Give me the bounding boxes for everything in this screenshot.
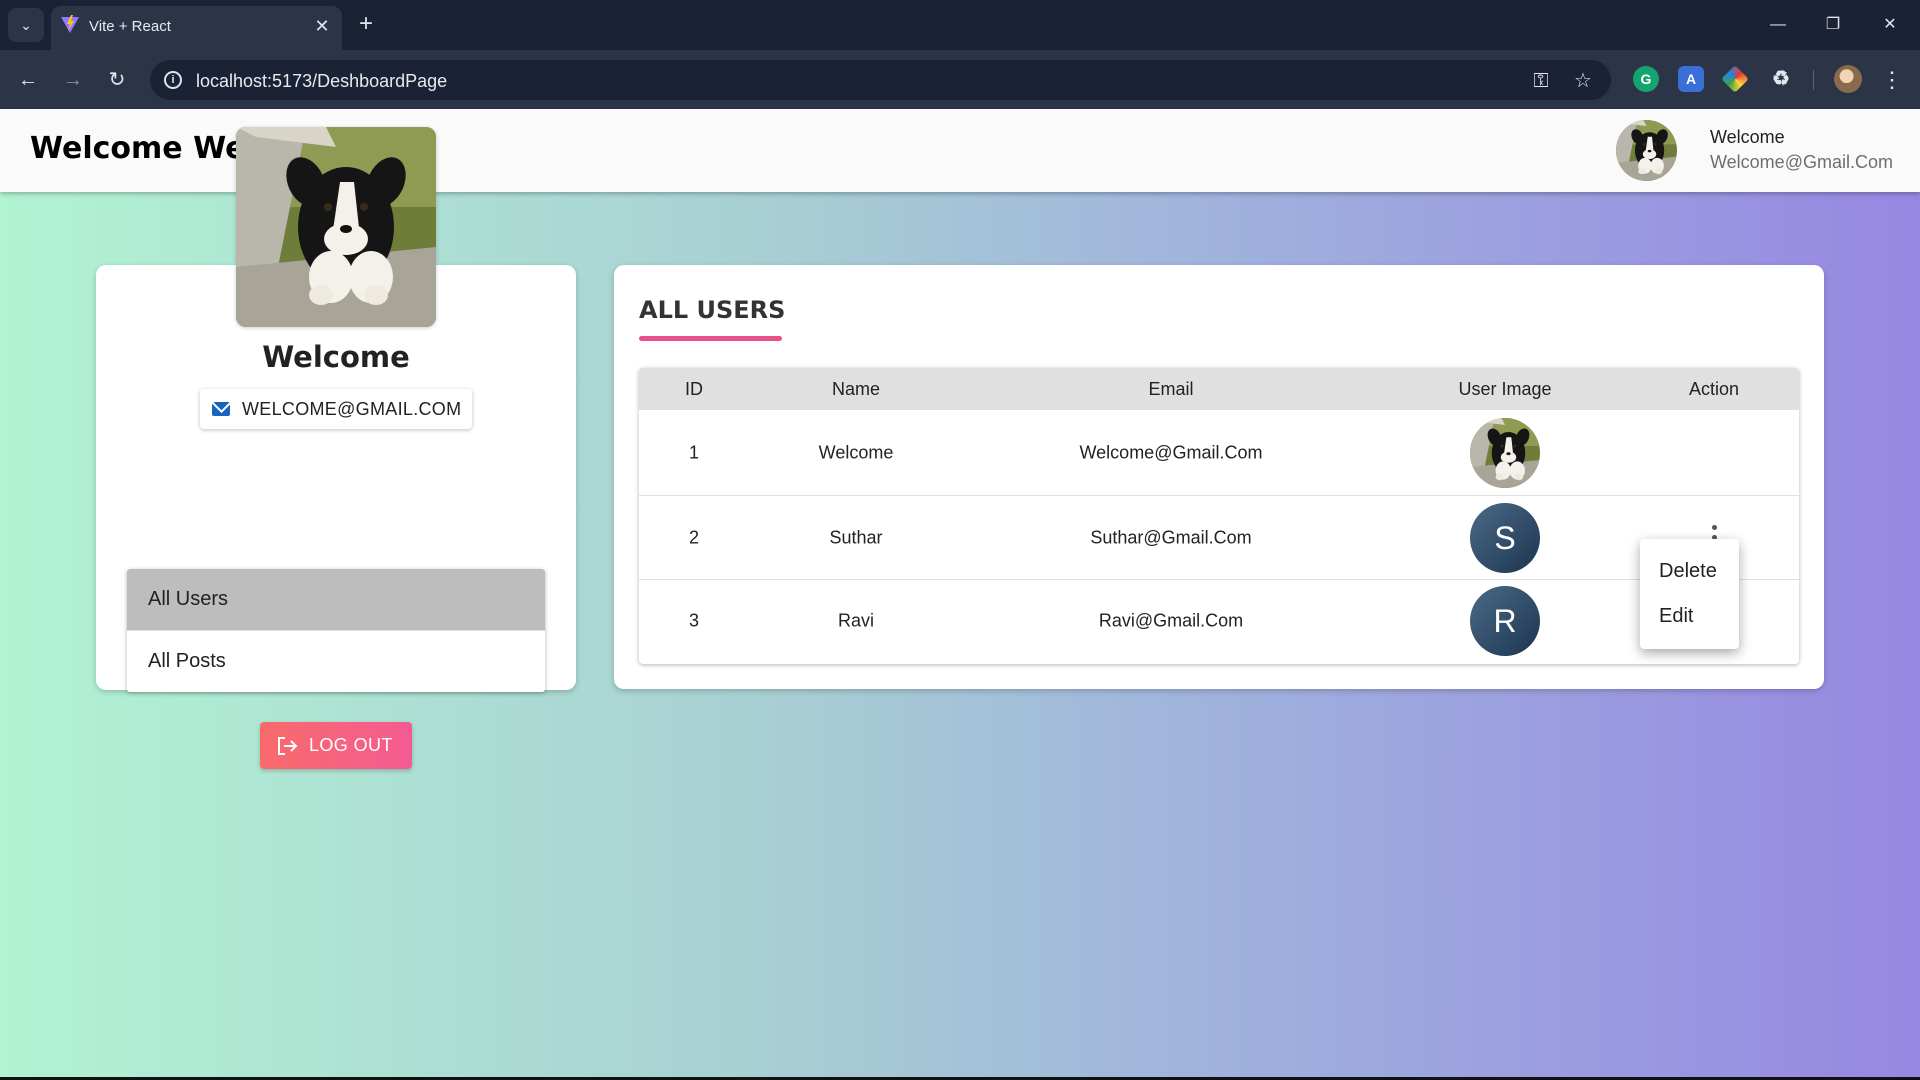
browser-tab-bar: ⌄ Vite + React ✕ + — ❐ ✕ <box>0 0 1920 50</box>
close-window-icon[interactable]: ✕ <box>1872 10 1908 40</box>
row-email: Ravi@Gmail.Com <box>1098 610 1244 631</box>
restore-icon[interactable]: ❐ <box>1815 10 1851 40</box>
column-header-user-image: User Image <box>1458 379 1552 399</box>
row-email: Suthar@Gmail.Com <box>1090 527 1252 548</box>
table-header: ID Name Email User Image Action <box>639 368 1799 410</box>
translate-extension-icon[interactable]: A <box>1678 66 1704 92</box>
users-table: ID Name Email User Image Action 1 Welcom… <box>639 368 1799 664</box>
logout-button[interactable]: LOG OUT <box>260 722 412 769</box>
logout-label: LOG OUT <box>309 735 393 755</box>
forward-icon[interactable]: → <box>59 66 87 94</box>
header-user-email: Welcome@Gmail.Com <box>1710 152 1893 172</box>
row-name: Ravi <box>837 610 875 631</box>
row-id: 3 <box>688 610 700 631</box>
browser-toolbar: ← → ↻ i localhost:5173/DeshboardPage ⚿ ☆… <box>0 50 1920 109</box>
user-initial-avatar: R <box>1470 586 1540 656</box>
bookmark-star-icon[interactable]: ☆ <box>1570 68 1596 94</box>
chevron-down-icon: ⌄ <box>20 16 32 33</box>
menu-item-all-posts[interactable]: All Posts <box>127 630 545 691</box>
menu-item-all-users[interactable]: All Users <box>127 569 545 630</box>
password-key-icon[interactable]: ⚿ <box>1528 68 1554 94</box>
action-menu: Delete Edit <box>1640 539 1739 649</box>
tab-title: Vite + React <box>89 18 171 35</box>
user-initial-avatar: S <box>1470 503 1540 573</box>
new-tab-button[interactable]: + <box>351 10 381 40</box>
back-icon[interactable]: ← <box>14 66 42 94</box>
url-text[interactable]: localhost:5173/DeshboardPage <box>196 71 447 92</box>
row-id: 2 <box>688 527 700 548</box>
minimize-icon[interactable]: — <box>1760 10 1796 40</box>
tab-search-button[interactable]: ⌄ <box>8 8 44 42</box>
row-id: 1 <box>688 442 700 463</box>
address-bar[interactable]: i localhost:5173/DeshboardPage ⚿ ☆ <box>150 60 1611 100</box>
column-header-name: Name <box>831 379 881 399</box>
logout-icon <box>278 737 298 755</box>
column-header-id: ID <box>685 379 703 399</box>
profile-menu: All Users All Posts <box>127 569 545 692</box>
row-email: Welcome@Gmail.Com <box>1079 442 1263 463</box>
users-title-underline <box>639 336 782 341</box>
vite-logo-icon <box>61 15 79 33</box>
profile-email: WELCOME@GMAIL.COM <box>242 399 462 419</box>
profile-photo <box>236 127 436 327</box>
menu-item-delete[interactable]: Delete <box>1640 549 1739 593</box>
mail-icon <box>212 402 230 416</box>
profile-email-chip: WELCOME@GMAIL.COM <box>200 389 472 429</box>
header-user-name: Welcome <box>1710 127 1785 147</box>
user-photo-avatar <box>1470 418 1540 488</box>
browser-menu-icon[interactable]: ⋮ <box>1878 66 1906 94</box>
profile-name: Welcome <box>262 340 410 374</box>
color-extension-icon[interactable] <box>1721 65 1749 93</box>
browser-tab[interactable]: Vite + React ✕ <box>51 6 342 50</box>
browser-profile-avatar[interactable] <box>1834 65 1862 93</box>
reload-icon[interactable]: ↻ <box>103 66 131 94</box>
column-header-action: Action <box>1688 379 1740 399</box>
row-name: Suthar <box>829 527 883 548</box>
table-row: 3 Ravi Ravi@Gmail.Com R <box>639 579 1799 664</box>
users-title: ALL USERS <box>639 296 786 324</box>
toolbar-divider <box>1813 70 1814 90</box>
table-row: 1 Welcome Welcome@Gmail.Com <box>639 410 1799 495</box>
menu-item-edit[interactable]: Edit <box>1640 594 1739 638</box>
column-header-email: Email <box>1148 379 1194 399</box>
table-row: 2 Suthar Suthar@Gmail.Com S <box>639 495 1799 579</box>
grammarly-extension-icon[interactable]: G <box>1633 66 1659 92</box>
extensions-puzzle-icon[interactable]: ♻ <box>1768 66 1794 92</box>
close-tab-icon[interactable]: ✕ <box>310 14 334 38</box>
header-avatar[interactable] <box>1616 120 1677 181</box>
row-name: Welcome <box>818 442 894 463</box>
site-info-icon[interactable]: i <box>164 71 182 89</box>
